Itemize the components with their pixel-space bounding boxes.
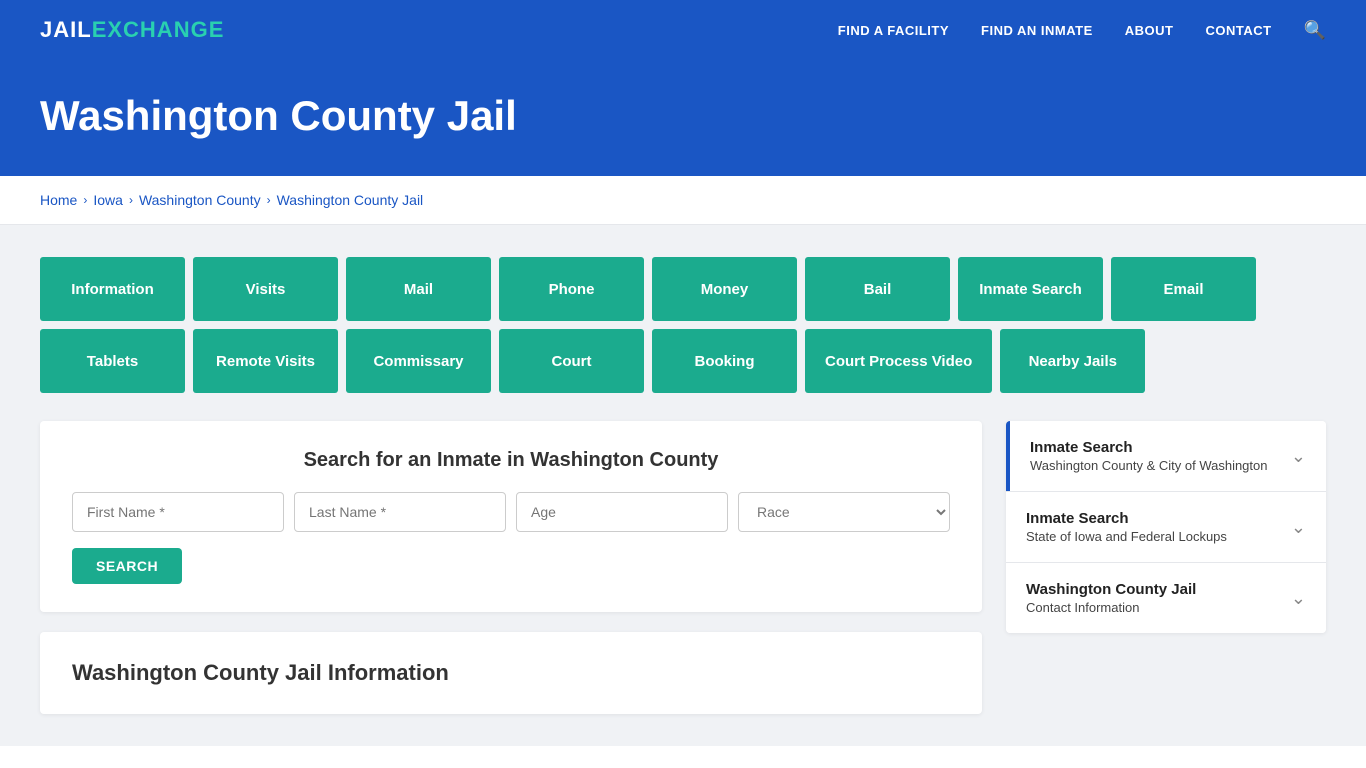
search-row-inputs: Race White Black Hispanic Asian Other [72,492,950,532]
race-select[interactable]: Race White Black Hispanic Asian Other [738,492,950,532]
btn-nearby-jails[interactable]: Nearby Jails [1000,329,1145,393]
main-panel: Search for an Inmate in Washington Count… [40,421,982,714]
btn-mail[interactable]: Mail [346,257,491,321]
breadcrumb-washington-county[interactable]: Washington County [139,192,261,208]
accordion-title-sub-state: State of Iowa and Federal Lockups [1026,529,1227,544]
first-name-input[interactable] [72,492,284,532]
accordion-title-block-state: Inmate Search State of Iowa and Federal … [1026,510,1227,544]
navbar-nav: FIND A FACILITY FIND AN INMATE ABOUT CON… [838,20,1326,41]
btn-bail[interactable]: Bail [805,257,950,321]
search-icon[interactable]: 🔍 [1304,20,1326,41]
logo-exchange: EXCHANGE [92,17,225,43]
content-layout: Search for an Inmate in Washington Count… [40,421,1326,714]
btn-information[interactable]: Information [40,257,185,321]
btn-money[interactable]: Money [652,257,797,321]
nav-contact[interactable]: CONTACT [1205,23,1271,38]
logo[interactable]: JAIL EXCHANGE [40,17,224,43]
age-input[interactable] [516,492,728,532]
nav-find-inmate[interactable]: FIND AN INMATE [981,23,1093,38]
accordion-title-top-state: Inmate Search [1026,510,1227,527]
breadcrumb: Home › Iowa › Washington County › Washin… [0,176,1366,225]
chevron-down-icon: ⌄ [1291,517,1306,538]
page-title: Washington County Jail [40,92,1326,140]
btn-booking[interactable]: Booking [652,329,797,393]
hero-banner: Washington County Jail [0,60,1366,176]
btn-tablets[interactable]: Tablets [40,329,185,393]
last-name-input[interactable] [294,492,506,532]
main-content: Information Visits Mail Phone Money Bail… [0,225,1366,746]
btn-inmate-search[interactable]: Inmate Search [958,257,1103,321]
btn-remote-visits[interactable]: Remote Visits [193,329,338,393]
btn-court-process-video[interactable]: Court Process Video [805,329,992,393]
accordion-title-sub-local: Washington County & City of Washington [1030,458,1268,473]
breadcrumb-jail[interactable]: Washington County Jail [277,192,424,208]
nav-about[interactable]: ABOUT [1125,23,1174,38]
search-button[interactable]: SEARCH [72,548,182,584]
info-title: Washington County Jail Information [72,660,950,686]
breadcrumb-home[interactable]: Home [40,192,77,208]
sidebar: Inmate Search Washington County & City o… [1006,421,1326,633]
accordion-title-sub-contact: Contact Information [1026,600,1196,615]
accordion-title-top-local: Inmate Search [1030,439,1268,456]
accordion-title-top-contact: Washington County Jail [1026,581,1196,598]
accordion-item-contact: Washington County Jail Contact Informati… [1006,563,1326,633]
accordion-item-state-search: Inmate Search State of Iowa and Federal … [1006,492,1326,563]
btn-phone[interactable]: Phone [499,257,644,321]
chevron-down-icon: ⌄ [1291,588,1306,609]
breadcrumb-sep-1: › [83,193,87,207]
btn-court[interactable]: Court [499,329,644,393]
breadcrumb-sep-2: › [129,193,133,207]
sidebar-accordion: Inmate Search Washington County & City o… [1006,421,1326,633]
accordion-item-local-search: Inmate Search Washington County & City o… [1006,421,1326,492]
accordion-header-contact[interactable]: Washington County Jail Contact Informati… [1006,563,1326,633]
btn-commissary[interactable]: Commissary [346,329,491,393]
btn-email[interactable]: Email [1111,257,1256,321]
breadcrumb-iowa[interactable]: Iowa [93,192,123,208]
logo-jail: JAIL [40,17,92,43]
accordion-title-block-contact: Washington County Jail Contact Informati… [1026,581,1196,615]
info-section: Washington County Jail Information [40,632,982,714]
navbar: JAIL EXCHANGE FIND A FACILITY FIND AN IN… [0,0,1366,60]
nav-find-facility[interactable]: FIND A FACILITY [838,23,949,38]
search-card: Search for an Inmate in Washington Count… [40,421,982,612]
accordion-header-local-search[interactable]: Inmate Search Washington County & City o… [1006,421,1326,491]
search-title: Search for an Inmate in Washington Count… [72,449,950,472]
nav-button-grid: Information Visits Mail Phone Money Bail… [40,257,1326,393]
accordion-header-state-search[interactable]: Inmate Search State of Iowa and Federal … [1006,492,1326,562]
breadcrumb-sep-3: › [267,193,271,207]
btn-visits[interactable]: Visits [193,257,338,321]
chevron-down-icon: ⌄ [1291,446,1306,467]
accordion-title-block-local: Inmate Search Washington County & City o… [1030,439,1268,473]
